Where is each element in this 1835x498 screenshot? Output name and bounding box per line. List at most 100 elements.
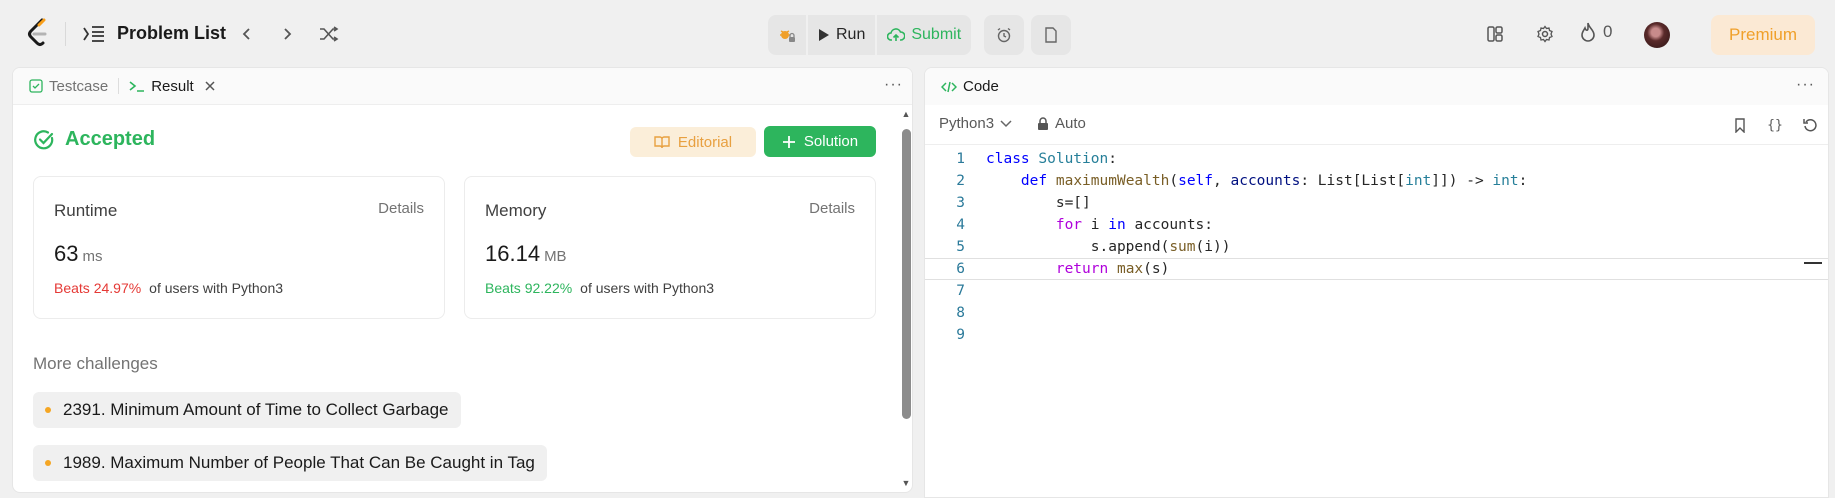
user-avatar[interactable] <box>1644 22 1670 48</box>
submit-label: Submit <box>911 26 962 43</box>
overview-ruler-marker <box>1804 262 1822 264</box>
tab-code[interactable]: Code <box>941 78 999 95</box>
runtime-details-link[interactable]: Details <box>378 200 424 217</box>
result-panel-tabs: Testcase Result ··· <box>13 68 912 105</box>
runtime-value: 63 ms <box>54 241 102 267</box>
runtime-beats-percent: Beats 24.97% <box>54 280 142 296</box>
tab-testcase[interactable]: Testcase <box>29 78 108 95</box>
code-line: 4 for i in accounts: <box>925 214 1828 236</box>
alarm-clock-icon <box>997 27 1011 43</box>
shuffle-icon <box>320 26 339 42</box>
result-scrollbar[interactable]: ▲ ▼ <box>900 105 912 492</box>
line-number: 1 <box>956 151 965 167</box>
line-number: 5 <box>956 239 965 255</box>
tab-testcase-label: Testcase <box>49 77 109 95</box>
code-text: s.append(sum(i)) <box>986 239 1231 255</box>
runtime-title: Runtime <box>54 201 118 220</box>
code-text: for i in accounts: <box>1055 217 1214 233</box>
code-text: class Solution: <box>986 151 1117 167</box>
result-panel: Testcase Result ··· Accepted Editorial S… <box>12 67 913 493</box>
code-text: return max(s) <box>1055 261 1170 277</box>
run-submit-group: Run Submit <box>768 15 972 55</box>
leetcode-logo-icon[interactable] <box>25 18 53 50</box>
top-navbar: Problem List Run Submit 0 Premium <box>0 0 1835 67</box>
submit-button[interactable]: Submit <box>877 15 971 55</box>
runtime-card[interactable]: Runtime Details 63 ms Beats 24.97% of user… <box>33 176 445 319</box>
line-number: 6 <box>956 261 965 277</box>
premium-button[interactable]: Premium <box>1711 15 1815 55</box>
code-line: 8 <box>925 302 1828 324</box>
code-line: 3 s=[] <box>925 192 1828 214</box>
streak-counter[interactable]: 0 <box>1579 22 1612 42</box>
line-number: 3 <box>956 195 965 211</box>
more-challenges-heading: More challenges <box>33 354 158 373</box>
auto-mode-toggle[interactable]: Auto <box>1037 115 1086 132</box>
challenge-title: 1989. Maximum Number of People That Can … <box>63 453 535 472</box>
challenge-item[interactable]: 2391. Minimum Amount of Time to Collect … <box>33 392 461 428</box>
line-number: 2 <box>956 173 965 189</box>
problem-list-title[interactable]: Problem List <box>117 23 226 44</box>
format-code-button[interactable]: {} <box>1765 115 1785 135</box>
memory-beats: Beats 92.22% of users with Python3 <box>485 280 714 296</box>
play-icon <box>819 29 829 41</box>
code-editor[interactable]: 1 class Solution: 2 def maximumWealth(se… <box>925 148 1828 497</box>
book-icon <box>654 136 670 149</box>
code-line: 1 class Solution: <box>925 148 1828 170</box>
auto-label: Auto <box>1055 115 1086 132</box>
code-toolbar: Python3 Auto {} <box>925 105 1828 145</box>
random-problem-button[interactable] <box>317 22 341 46</box>
checkbox-icon <box>29 79 43 93</box>
line-number: 7 <box>956 283 965 299</box>
memory-card[interactable]: Memory Details 16.14 MB Beats 92.22% of us… <box>464 176 876 319</box>
more-options-icon[interactable]: ··· <box>884 76 903 94</box>
scroll-up-icon[interactable]: ▲ <box>900 109 912 119</box>
prev-problem-button[interactable] <box>235 22 259 46</box>
chevron-left-icon <box>242 28 250 40</box>
run-label: Run <box>836 26 866 43</box>
settings-button[interactable] <box>1533 22 1557 46</box>
plus-icon <box>782 135 795 148</box>
flame-icon <box>1581 22 1595 42</box>
notes-button[interactable] <box>1031 15 1071 55</box>
tab-result-label: Result <box>151 77 194 95</box>
problem-list-icon[interactable] <box>82 24 106 44</box>
bug-lock-icon <box>780 30 795 42</box>
memory-details-link[interactable]: Details <box>809 200 855 217</box>
run-button[interactable]: Run <box>808 15 875 55</box>
next-problem-button[interactable] <box>275 22 299 46</box>
timer-button[interactable] <box>984 15 1024 55</box>
memory-number: 16.14 <box>485 241 541 266</box>
language-value: Python3 <box>939 115 995 132</box>
terminal-icon <box>129 81 145 92</box>
post-solution-button[interactable]: Solution <box>764 126 876 157</box>
debug-button[interactable] <box>768 15 806 55</box>
line-number: 9 <box>956 327 965 343</box>
challenge-item[interactable]: 1989. Maximum Number of People That Can … <box>33 445 547 481</box>
code-text: def maximumWealth(self, accounts: List[L… <box>1020 173 1528 189</box>
scroll-down-icon[interactable]: ▼ <box>900 478 912 488</box>
curly-braces-icon: {} <box>1767 117 1783 133</box>
code-line: 9 <box>925 324 1828 346</box>
bookmark-button[interactable] <box>1730 115 1750 135</box>
layout-button[interactable] <box>1483 22 1507 46</box>
code-line-current: 6 return max(s) <box>925 258 1828 280</box>
lock-icon <box>1038 116 1048 130</box>
reset-code-button[interactable] <box>1800 115 1820 135</box>
close-icon[interactable] <box>204 80 216 92</box>
memory-beats-suffix: of users with Python3 <box>580 280 715 296</box>
language-select[interactable]: Python3 <box>939 115 1012 132</box>
memory-title: Memory <box>485 201 547 220</box>
difficulty-dot <box>45 460 51 466</box>
bookmark-icon <box>1735 117 1745 133</box>
layout-icon <box>1487 26 1503 42</box>
scrollbar-thumb[interactable] <box>902 129 911 419</box>
tab-result[interactable]: Result <box>129 78 216 95</box>
memory-beats-percent: Beats 92.22% <box>485 280 573 296</box>
gear-icon <box>1537 25 1553 43</box>
memory-value: 16.14 MB <box>485 241 567 267</box>
note-icon <box>1045 27 1057 43</box>
line-number: 8 <box>956 305 965 321</box>
runtime-beats-suffix: of users with Python3 <box>149 280 284 296</box>
more-options-icon[interactable]: ··· <box>1796 76 1815 94</box>
editorial-button[interactable]: Editorial <box>630 127 756 157</box>
